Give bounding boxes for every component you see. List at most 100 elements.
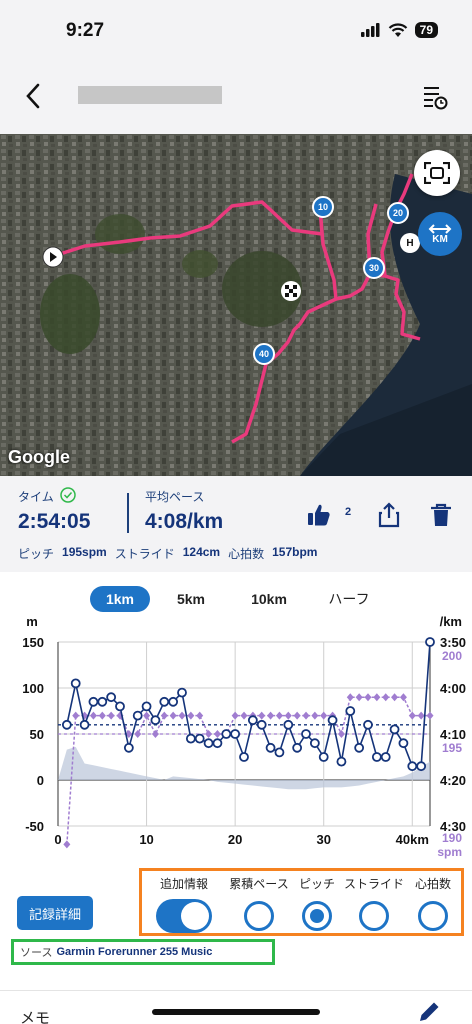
option-stride-radio[interactable] [359, 901, 389, 931]
pitch-point [143, 711, 151, 720]
pitch-point [169, 711, 177, 720]
start-marker-icon[interactable] [42, 246, 64, 268]
x-tick-label: 30 [316, 832, 330, 847]
pace-point [336, 756, 347, 767]
pitch-point [399, 693, 407, 702]
x-tick-label: 20 [228, 832, 242, 847]
left-tick-label: 100 [22, 681, 44, 696]
extra-info-toggle[interactable] [156, 899, 212, 933]
pace-point [150, 715, 161, 726]
left-tick-label: 0 [37, 773, 44, 788]
record-detail-button[interactable]: 記録詳細 [17, 896, 93, 930]
fullscreen-button[interactable] [414, 150, 460, 196]
pitch-unit-label: spm [437, 845, 462, 859]
tab-5km[interactable]: 5km [164, 586, 218, 612]
split-chart: 150 3:50100 4:0050 4:100 4:20-50 4:300 10 20 30 4… [22, 614, 466, 859]
pace-point [292, 742, 303, 753]
check-circle-icon [60, 487, 76, 503]
tab-1km[interactable]: 1km [90, 586, 150, 612]
pitch-point [355, 693, 363, 702]
km-toggle-button[interactable]: KM [418, 212, 462, 256]
option-cumulative-pace-radio[interactable] [244, 901, 274, 931]
pencil-icon[interactable] [416, 999, 442, 1024]
pitch-value: 195spm [62, 545, 107, 559]
left-tick-label: 50 [30, 727, 44, 742]
pace-point [61, 719, 72, 730]
pitch-tick-label: 200 [442, 649, 462, 663]
km-marker-40[interactable]: 40 [253, 343, 275, 365]
hr-value: 157bpm [272, 545, 318, 559]
right-axis-unit: /km [440, 614, 462, 629]
pace-point [247, 715, 258, 726]
tab-half[interactable]: ハーフ [318, 586, 380, 612]
pace-point [274, 747, 285, 758]
pace-point [221, 729, 232, 739]
right-tick-label: 4:00 [440, 681, 466, 696]
split-tabs: 1km 5km 10km ハーフ [0, 586, 472, 614]
pitch-label: ピッチ [18, 547, 55, 561]
finish-marker-icon[interactable] [280, 280, 302, 302]
memo-label: メモ [20, 1009, 51, 1024]
wifi-icon [388, 22, 407, 37]
pitch-point [302, 711, 310, 720]
pitch-point [275, 711, 283, 720]
option-hr-radio[interactable] [418, 901, 448, 931]
pitch-point [231, 711, 239, 720]
pace-point [239, 752, 249, 762]
pitch-tick-label: 190 [442, 831, 462, 845]
pitch-point [72, 711, 80, 720]
pace-point [407, 761, 418, 772]
x-tick-label: 10 [139, 832, 153, 847]
pace-point [416, 761, 427, 772]
source-label: ソース [20, 946, 53, 959]
option-cumulative-pace-label: 累積ペース [229, 877, 289, 891]
pitch-point [426, 711, 434, 720]
route-map[interactable]: 10 20 30 40 H KM Google [0, 134, 472, 476]
pace-point [88, 696, 99, 707]
option-pitch-radio[interactable] [302, 901, 332, 931]
fullscreen-icon [424, 162, 450, 184]
run-summary: タイム 2:54:05 平均ペース 4:08/km 2 ピッチ 195spm ス… [0, 476, 472, 572]
pace-point [389, 724, 400, 735]
pitch-point [107, 711, 115, 720]
delete-button[interactable] [428, 502, 454, 528]
pace-value: 4:08/km [145, 510, 224, 533]
share-button[interactable] [376, 502, 402, 528]
pitch-point [311, 711, 319, 720]
pitch-point [205, 730, 213, 738]
source-info: ソース Garmin Forerunner 255 Music [11, 939, 275, 965]
x-tick-label: 40km [396, 832, 429, 847]
option-stride-label: ストライド [343, 877, 405, 891]
pitch-point [293, 711, 301, 720]
pitch-point [337, 730, 345, 738]
hr-label: 心拍数 [228, 547, 265, 561]
pitch-tick-label: 195 [442, 741, 462, 755]
tab-10km[interactable]: 10km [238, 586, 300, 612]
pitch-point [196, 711, 204, 720]
pace-point [212, 738, 223, 749]
pace-point [283, 719, 294, 730]
list-settings-button[interactable] [420, 82, 450, 112]
pitch-point [187, 711, 195, 720]
pace-point [371, 752, 382, 762]
pace-point [97, 696, 108, 707]
km-marker-20[interactable]: 20 [387, 202, 409, 224]
list-settings-icon [424, 87, 448, 110]
km-marker-30[interactable]: 30 [363, 257, 385, 279]
satellite-map [0, 134, 472, 476]
toggle-knob [181, 902, 209, 930]
pitch-point [320, 711, 328, 720]
pace-point [79, 719, 90, 730]
home-marker[interactable]: H [400, 233, 420, 253]
km-marker-10[interactable]: 10 [312, 196, 334, 218]
pace-point [318, 752, 329, 762]
like-button[interactable] [306, 502, 332, 528]
back-button[interactable] [18, 80, 48, 112]
right-tick-label: 4:20 [440, 773, 466, 788]
time-value: 2:54:05 [18, 510, 91, 533]
extra-info-selector: 追加情報 累積ペース ピッチ ストライド 心拍数 [139, 868, 464, 936]
pitch-point [213, 730, 221, 738]
pitch-point [417, 711, 425, 720]
pace-point [194, 733, 205, 744]
pace-point [398, 738, 409, 749]
